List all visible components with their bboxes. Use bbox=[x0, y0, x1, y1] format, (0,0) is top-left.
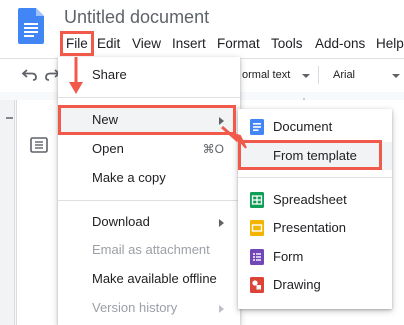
new-submenu-label: Drawing bbox=[273, 277, 321, 292]
new-submenu-label: Form bbox=[273, 249, 304, 264]
new-submenu-item-spreadsheet[interactable]: Spreadsheet bbox=[238, 186, 392, 214]
file-menu-label: Share bbox=[92, 67, 127, 82]
font-select[interactable]: Arial bbox=[333, 69, 355, 81]
file-menu-item-make-offline[interactable]: Make available offline bbox=[58, 265, 240, 293]
paragraph-style-caret-icon[interactable] bbox=[302, 74, 310, 78]
undo-icon[interactable] bbox=[22, 68, 38, 82]
menu-divider bbox=[58, 200, 240, 201]
file-menu-label: Make available offline bbox=[92, 271, 217, 286]
file-menu-label: Email as attachment bbox=[92, 242, 210, 257]
font-caret-icon[interactable] bbox=[392, 74, 400, 78]
new-submenu-label: Spreadsheet bbox=[273, 192, 347, 207]
vertical-ruler[interactable] bbox=[0, 100, 15, 325]
file-menu-label: Version history bbox=[92, 300, 178, 315]
menu-add-ons[interactable]: Add-ons bbox=[315, 36, 365, 51]
file-menu: Share New Open ⌘O Make a copy Download E… bbox=[58, 57, 240, 325]
file-menu-label: Make a copy bbox=[92, 170, 166, 185]
docs-window: Untitled document File Edit View Insert … bbox=[0, 0, 404, 325]
menu-help[interactable]: Help bbox=[376, 36, 404, 51]
menu-tools[interactable]: Tools bbox=[271, 36, 303, 51]
annotation-highlight-new bbox=[58, 105, 236, 135]
document-title[interactable]: Untitled document bbox=[64, 7, 209, 28]
menu-divider bbox=[238, 177, 392, 178]
menu-insert[interactable]: Insert bbox=[172, 36, 206, 51]
toolbar-divider bbox=[318, 66, 319, 84]
forms-icon bbox=[250, 249, 264, 265]
submenu-arrow-icon bbox=[219, 305, 224, 313]
new-submenu-label: Presentation bbox=[273, 220, 346, 235]
menu-divider bbox=[58, 97, 240, 98]
new-submenu-label: Document bbox=[273, 119, 333, 134]
file-menu-label: Download bbox=[92, 214, 150, 229]
new-submenu: Document From template Spreadsheet Prese… bbox=[238, 109, 392, 309]
drawings-icon bbox=[250, 277, 264, 293]
menu-format[interactable]: Format bbox=[217, 36, 260, 51]
menu-edit[interactable]: Edit bbox=[97, 36, 120, 51]
file-menu-item-download[interactable]: Download bbox=[58, 208, 240, 236]
file-menu-item-version-history: Version history bbox=[58, 294, 240, 322]
file-menu-item-share[interactable]: Share bbox=[58, 61, 240, 89]
slides-icon bbox=[250, 220, 264, 236]
annotation-highlight-from-template bbox=[238, 140, 382, 170]
annotation-highlight-file bbox=[60, 31, 94, 56]
docs-logo-icon[interactable] bbox=[18, 8, 44, 44]
file-menu-item-open[interactable]: Open ⌘O bbox=[58, 135, 240, 163]
sheets-icon bbox=[250, 192, 264, 208]
new-submenu-item-form[interactable]: Form bbox=[238, 243, 392, 271]
submenu-arrow-icon bbox=[219, 219, 224, 227]
file-menu-item-email-attachment: Email as attachment bbox=[58, 236, 240, 264]
document-outline-icon[interactable] bbox=[28, 136, 50, 154]
file-menu-label: Open bbox=[92, 141, 124, 156]
docs-icon bbox=[250, 119, 264, 135]
new-submenu-item-document[interactable]: Document bbox=[238, 113, 392, 141]
menu-view[interactable]: View bbox=[132, 36, 161, 51]
new-submenu-item-presentation[interactable]: Presentation bbox=[238, 214, 392, 242]
open-shortcut: ⌘O bbox=[202, 142, 224, 156]
file-menu-item-make-copy[interactable]: Make a copy bbox=[58, 164, 240, 192]
new-submenu-item-drawing[interactable]: Drawing bbox=[238, 271, 392, 299]
paragraph-style-select[interactable]: ormal text bbox=[242, 69, 290, 81]
